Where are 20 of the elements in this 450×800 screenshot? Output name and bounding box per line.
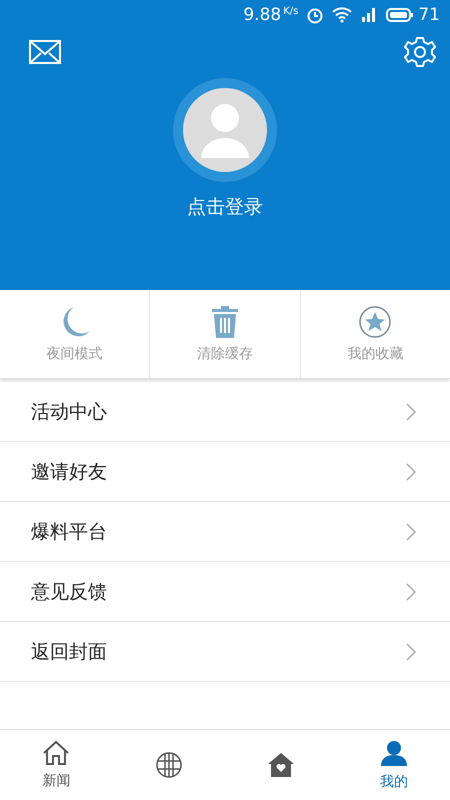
network-speed: 9.88 bbox=[243, 5, 282, 25]
battery-level: 71 bbox=[418, 5, 440, 25]
person-icon bbox=[380, 739, 408, 767]
login-button[interactable]: 点击登录 bbox=[183, 190, 267, 224]
trash-icon bbox=[210, 305, 240, 339]
home-icon bbox=[42, 740, 70, 766]
settings-icon[interactable] bbox=[404, 36, 436, 68]
avatar[interactable] bbox=[173, 78, 277, 182]
alarm-icon bbox=[306, 6, 324, 24]
globe-icon bbox=[154, 751, 183, 779]
house-heart-icon bbox=[267, 752, 296, 778]
chevron-icon bbox=[406, 462, 416, 480]
chevron-icon bbox=[406, 402, 416, 420]
wifi-icon bbox=[332, 7, 352, 23]
mail-icon[interactable] bbox=[29, 40, 61, 64]
chevron-icon bbox=[406, 642, 416, 660]
chevron-icon bbox=[406, 522, 416, 540]
speed-unit: K/s bbox=[283, 6, 298, 17]
chevron-icon bbox=[406, 582, 416, 600]
battery-icon bbox=[386, 7, 414, 23]
